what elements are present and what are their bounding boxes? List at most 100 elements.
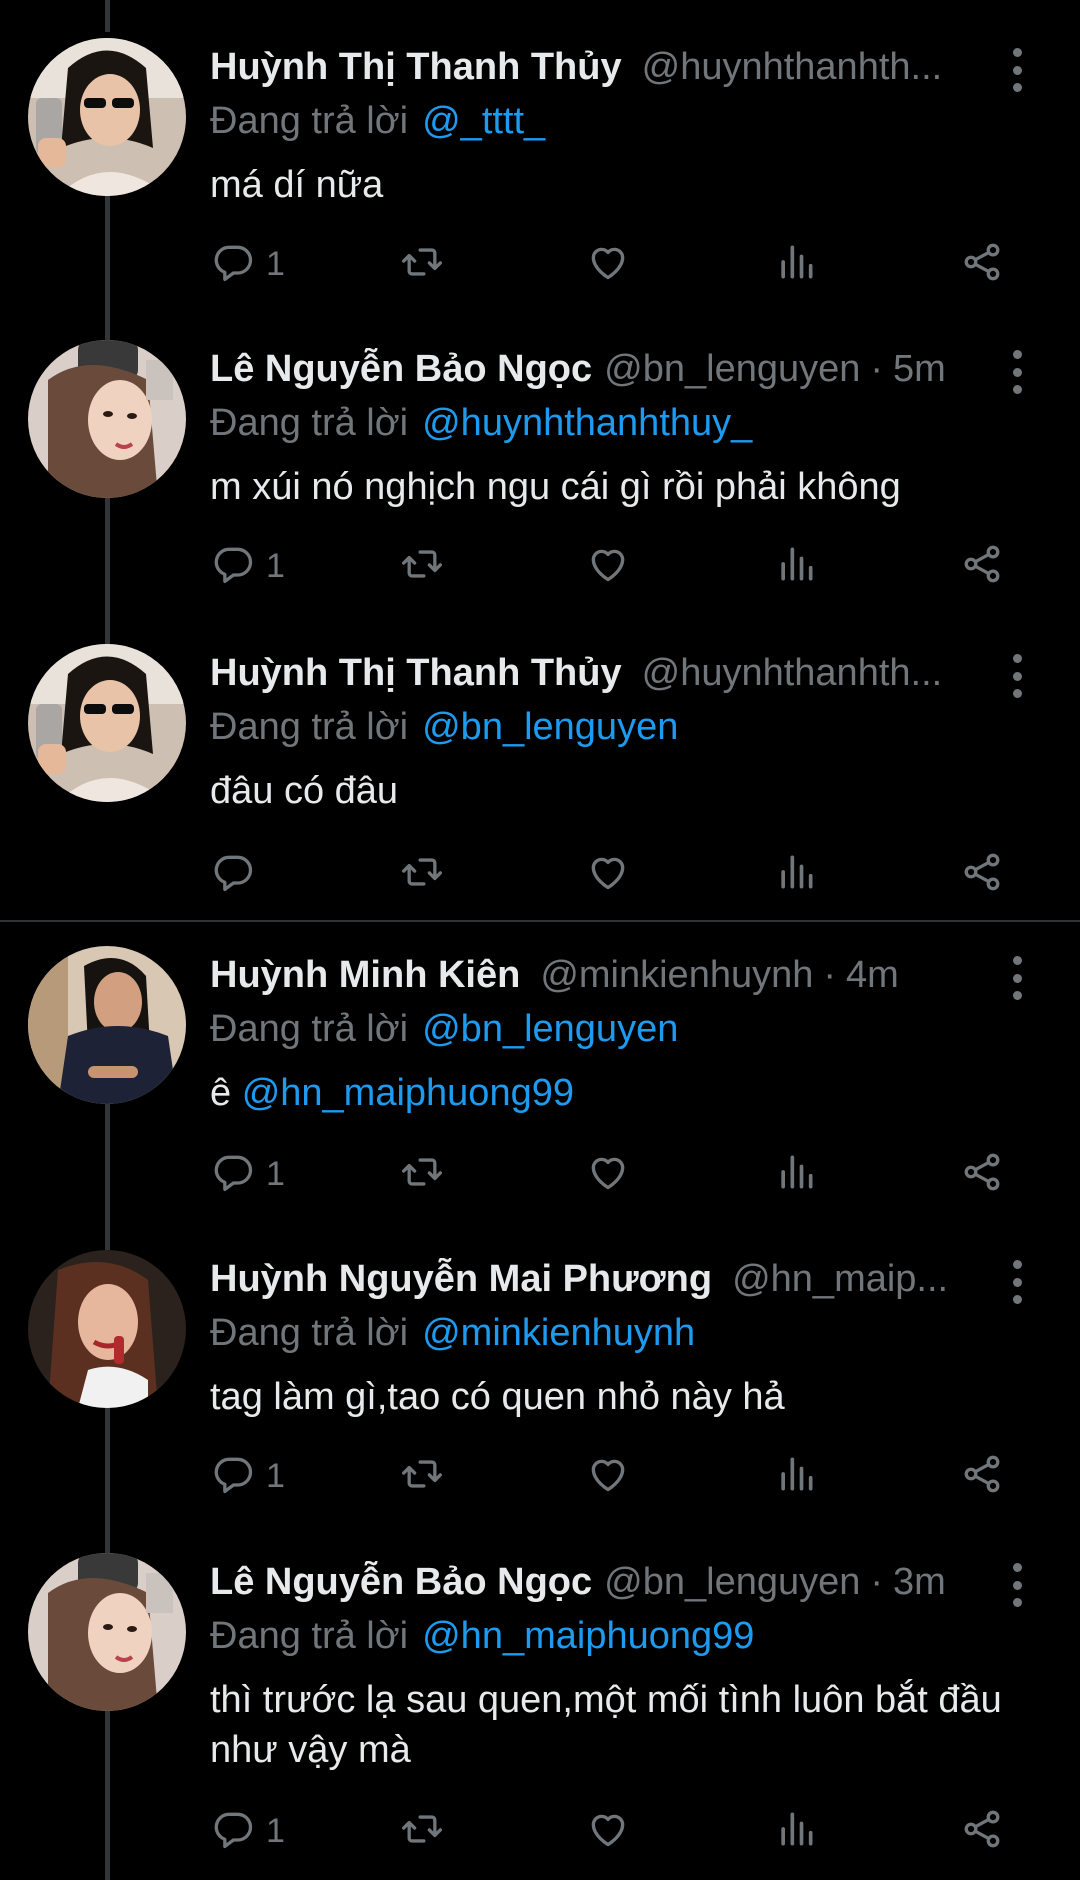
avatar[interactable] [28,38,186,196]
tweet[interactable]: Lê Nguyễn Bảo Ngọc @bn_lenguyen · 3m Đan… [0,1553,1080,1880]
replying-to-mention[interactable]: @bn_lenguyen [422,706,678,748]
like-button[interactable] [586,1801,630,1861]
reply-count: 1 [266,546,285,585]
like-button[interactable] [586,536,630,596]
share-icon [960,1452,1004,1501]
separator-dot: · [870,348,884,390]
retweet-icon [400,1807,444,1856]
like-button[interactable] [586,1144,630,1204]
share-icon [960,542,1004,591]
more-vertical-icon[interactable] [1005,1563,1029,1607]
views-button[interactable] [774,234,818,294]
avatar[interactable] [28,340,186,498]
tweet-header: Huỳnh Thị Thanh Thủy @huynhthanhth... [210,46,1000,102]
user-handle[interactable]: @hn_maip... [732,1258,948,1301]
reply-button[interactable]: 1 [212,1801,285,1861]
retweet-button[interactable] [400,536,444,596]
views-button[interactable] [774,844,818,904]
display-name[interactable]: Lê Nguyễn Bảo Ngọc [210,348,592,391]
retweet-icon [400,1452,444,1501]
display-name[interactable]: Huỳnh Nguyễn Mai Phương [210,1258,712,1301]
more-vertical-icon[interactable] [1005,654,1029,698]
share-button[interactable] [960,234,1004,294]
reply-button[interactable]: 1 [212,536,285,596]
retweet-icon [400,240,444,289]
avatar[interactable] [28,1553,186,1711]
views-button[interactable] [774,536,818,596]
tweet-actions: 1 [0,1801,1080,1861]
tweet-mention[interactable]: @hn_maiphuong99 [242,1072,574,1114]
views-button[interactable] [774,1446,818,1506]
reply-button[interactable] [212,844,256,904]
share-button[interactable] [960,1144,1004,1204]
reply-icon [212,1452,256,1501]
views-button[interactable] [774,1801,818,1861]
user-handle[interactable]: @minkienhuynh [540,954,813,997]
share-button[interactable] [960,1446,1004,1506]
tweet[interactable]: Huỳnh Minh Kiên @minkienhuynh · 4m Đang … [0,946,1080,1246]
display-name[interactable]: Lê Nguyễn Bảo Ngọc [210,1561,592,1604]
tweet-header: Huỳnh Thị Thanh Thủy @huynhthanhth... [210,652,1000,708]
views-bar-icon [774,1150,818,1199]
tweet[interactable]: Huỳnh Thị Thanh Thủy @huynhthanhth... Đa… [0,38,1080,338]
avatar[interactable] [28,644,186,802]
like-button[interactable] [586,844,630,904]
retweet-button[interactable] [400,1801,444,1861]
more-vertical-icon[interactable] [1005,48,1029,92]
more-vertical-icon[interactable] [1005,956,1029,1000]
views-button[interactable] [774,1144,818,1204]
avatar[interactable] [28,946,186,1104]
share-button[interactable] [960,844,1004,904]
reply-count: 1 [266,1456,285,1495]
replying-to-label: Đang trả lời [210,1008,409,1050]
more-vertical-icon[interactable] [1005,1260,1029,1304]
user-handle[interactable]: @huynhthanhth... [642,46,943,89]
heart-icon [586,542,630,591]
retweet-button[interactable] [400,234,444,294]
like-button[interactable] [586,234,630,294]
replying-to-mention[interactable]: @_tttt_ [422,100,545,142]
retweet-button[interactable] [400,1144,444,1204]
avatar[interactable] [28,1250,186,1408]
separator-dot: · [870,1561,884,1603]
replying-to-mention[interactable]: @hn_maiphuong99 [422,1615,754,1657]
like-button[interactable] [586,1446,630,1506]
display-name[interactable]: Huỳnh Thị Thanh Thủy [210,46,622,89]
tweet[interactable]: Huỳnh Thị Thanh Thủy @huynhthanhth... Đa… [0,644,1080,914]
share-button[interactable] [960,1801,1004,1861]
timestamp[interactable]: 4m [846,954,899,997]
tweet-actions: 1 [0,536,1080,596]
tweet[interactable]: Lê Nguyễn Bảo Ngọc @bn_lenguyen · 5m Đan… [0,340,1080,640]
timestamp[interactable]: 3m [893,1561,946,1604]
views-bar-icon [774,850,818,899]
heart-icon [586,850,630,899]
user-handle[interactable]: @bn_lenguyen [604,348,860,391]
retweet-button[interactable] [400,844,444,904]
reply-button[interactable]: 1 [212,1446,285,1506]
tweet[interactable]: Huỳnh Nguyễn Mai Phương @hn_maip... Đang… [0,1250,1080,1550]
replying-to-mention[interactable]: @bn_lenguyen [422,1008,678,1050]
replying-to-label: Đang trả lời [210,402,409,444]
reply-icon [212,1150,256,1199]
replying-to-label: Đang trả lời [210,100,409,142]
display-name[interactable]: Huỳnh Thị Thanh Thủy [210,652,622,695]
display-name[interactable]: Huỳnh Minh Kiên [210,954,520,997]
more-vertical-icon[interactable] [1005,350,1029,394]
reply-button[interactable]: 1 [212,1144,285,1204]
views-bar-icon [774,240,818,289]
replying-to: Đang trả lời @huynhthanhthuy_ [210,402,752,445]
reply-button[interactable]: 1 [212,234,285,294]
replying-to-mention[interactable]: @huynhthanhthuy_ [422,402,752,444]
tweet-actions: 1 [0,1446,1080,1506]
user-handle[interactable]: @huynhthanhth... [642,652,943,695]
replying-to: Đang trả lời @bn_lenguyen [210,706,678,749]
user-handle[interactable]: @bn_lenguyen [604,1561,860,1604]
thread-line [105,0,110,32]
retweet-button[interactable] [400,1446,444,1506]
replying-to-mention[interactable]: @minkienhuynh [422,1312,695,1354]
conversation-divider [0,920,1080,922]
timestamp[interactable]: 5m [893,348,946,391]
heart-icon [586,1452,630,1501]
share-button[interactable] [960,536,1004,596]
share-icon [960,1150,1004,1199]
